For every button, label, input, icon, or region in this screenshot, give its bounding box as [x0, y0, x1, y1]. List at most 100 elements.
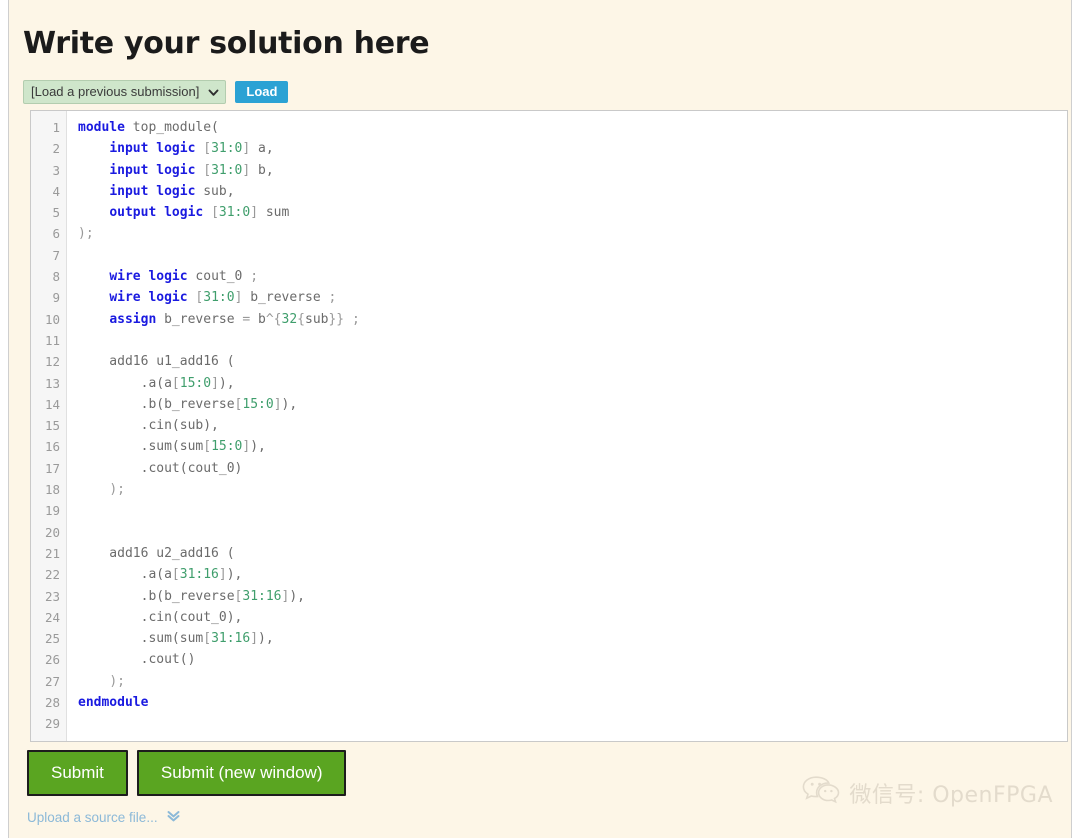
code-token: 32 [281, 311, 298, 327]
line-content [67, 500, 78, 521]
line-number: 8 [52, 269, 60, 285]
watermark: 微信号: OpenFPGA [802, 775, 1053, 811]
code-token: endmodule [78, 695, 149, 711]
line-number: 9 [52, 290, 60, 306]
code-token: sub [305, 311, 329, 327]
line-number: 26 [44, 652, 60, 668]
line-content: .cout() [67, 649, 196, 670]
code-line: 23 .b(b_reverse[31:16]), [31, 586, 1067, 607]
line-content: .sum(sum[31:16]), [67, 628, 274, 649]
code-line: 9 wire logic [31:0] b_reverse ; [31, 287, 1067, 308]
line-number: 25 [44, 631, 60, 647]
code-token: .b(b_reverse [78, 396, 235, 412]
line-content [67, 330, 78, 351]
code-token: 15:0 [242, 396, 274, 412]
line-content: .sum(sum[15:0]), [67, 436, 266, 457]
code-token: input logic [109, 183, 196, 199]
code-token: output logic [109, 205, 204, 221]
line-content [67, 713, 78, 734]
code-token: 31:0 [218, 205, 251, 221]
code-token: ^{ [265, 311, 282, 327]
code-token: ; [328, 290, 337, 306]
code-line: 20 [31, 522, 1067, 543]
line-number: 5 [52, 205, 60, 221]
code-token: ), [218, 375, 235, 391]
code-token: ] [211, 375, 219, 391]
code-token: top_module( [124, 120, 219, 135]
line-number: 21 [44, 545, 60, 561]
line-number: 14 [44, 396, 60, 412]
line-content: ); [67, 671, 125, 692]
submit-button-row: Submit Submit (new window) [27, 750, 347, 796]
code-line: 12 add16 u1_add16 ( [31, 351, 1067, 372]
code-token: [ [203, 141, 212, 157]
code-token: sub, [195, 183, 235, 199]
code-content[interactable]: 1 module top_module(2 input logic [31:0] … [31, 111, 1067, 741]
code-line: 26 .cout() [31, 649, 1067, 670]
load-button[interactable]: Load [235, 81, 289, 103]
code-token: ; [250, 269, 259, 285]
code-token: .cout() [78, 652, 196, 668]
line-content: wire logic [31:0] b_reverse ; [67, 287, 336, 308]
code-token: a, [250, 141, 274, 157]
code-token: b_reverse [242, 290, 329, 306]
code-token: .cin(cout_0), [78, 609, 243, 625]
line-content: .a(a[15:0]), [67, 373, 235, 394]
code-token: [ [203, 439, 212, 455]
code-token: input logic [109, 162, 196, 178]
code-token: 31:16 [242, 588, 282, 604]
line-number: 11 [44, 332, 60, 348]
page-title: Write your solution here [23, 26, 430, 61]
code-token: cout_0 [187, 269, 251, 285]
line-content: .cin(sub), [67, 415, 219, 436]
code-token: 15:0 [179, 375, 212, 391]
line-content: .cout(cout_0) [67, 458, 243, 479]
upload-source-file-link[interactable]: Upload a source file... [27, 808, 181, 826]
previous-submission-select-value: [Load a previous submission] [31, 84, 200, 99]
code-token: ); [78, 226, 94, 242]
code-line: 17 .cout(cout_0) [31, 458, 1067, 479]
code-line: 27 ); [31, 671, 1067, 692]
code-token: [ [171, 375, 180, 391]
code-line: 16 .sum(sum[15:0]), [31, 436, 1067, 457]
code-token: ] [250, 631, 259, 647]
line-number: 6 [52, 226, 60, 242]
code-token: .a(a [78, 375, 172, 391]
code-token: wire logic [109, 269, 188, 285]
code-token: b_reverse [156, 311, 243, 327]
code-line: 1 module top_module( [31, 117, 1067, 138]
code-token: 31:0 [203, 290, 235, 306]
line-content: input logic sub, [67, 181, 235, 202]
code-token: assign [109, 311, 157, 327]
line-content: endmodule [67, 692, 148, 713]
code-line: 2 input logic [31:0] a, [31, 138, 1067, 159]
line-number: 7 [52, 247, 60, 263]
code-line: 15 .cin(sub), [31, 415, 1067, 436]
code-token: .b(b_reverse [78, 588, 235, 604]
previous-submission-select[interactable]: [Load a previous submission] [23, 80, 227, 104]
submit-new-window-button[interactable]: Submit (new window) [136, 750, 347, 796]
code-token: = [242, 311, 259, 327]
submit-button[interactable]: Submit [27, 750, 128, 796]
code-token: 31:0 [211, 162, 243, 178]
line-number: 13 [44, 375, 60, 391]
submission-loader-row: [Load a previous submission] Load [23, 80, 289, 104]
code-token: ] [218, 567, 227, 583]
code-editor[interactable]: 1 module top_module(2 input logic [31:0] … [30, 110, 1068, 742]
code-line: 6); [31, 223, 1067, 244]
code-token: 15:0 [211, 439, 243, 455]
code-token: wire logic [109, 290, 188, 306]
code-token: .cin(sub), [78, 418, 219, 434]
code-line: 4 input logic sub, [31, 181, 1067, 202]
code-line: 24 .cin(cout_0), [31, 607, 1067, 628]
line-number: 22 [44, 567, 60, 583]
code-token: .cout(cout_0) [78, 460, 243, 476]
code-token: ), [289, 588, 305, 604]
